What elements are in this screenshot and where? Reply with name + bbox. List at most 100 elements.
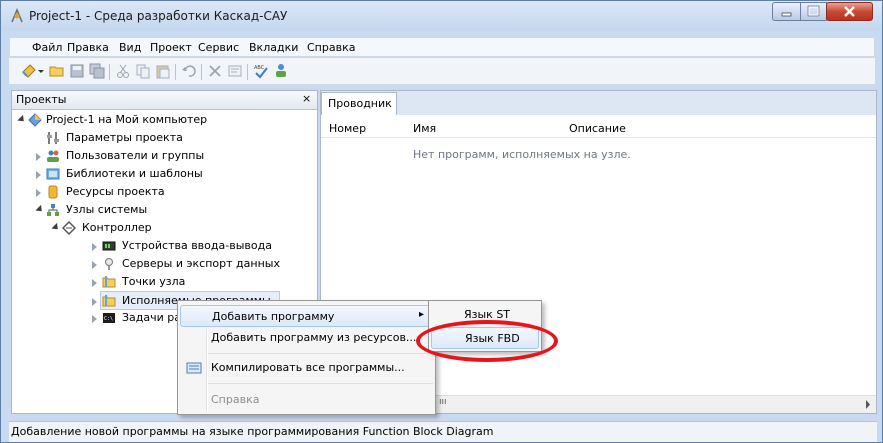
projects-panel-title: Проекты	[16, 93, 67, 106]
maximize-icon	[807, 5, 820, 17]
copy-icon[interactable]	[135, 63, 151, 79]
tree-collapse-icon[interactable]	[36, 153, 41, 161]
tree-item-servers[interactable]: Серверы и экспорт данных	[12, 255, 312, 273]
tree-expand-icon[interactable]	[17, 114, 27, 125]
status-bar: Добавление новой программы на языке прог…	[9, 421, 877, 442]
title-bar[interactable]: Project-1 - Среда разработки Каскад-САУ	[1, 1, 882, 31]
menu-edit[interactable]: Правка	[67, 41, 109, 54]
controller-icon	[62, 221, 76, 235]
scroll-right-icon[interactable]	[865, 400, 871, 409]
menu-item-help[interactable]: Справка	[180, 389, 433, 411]
menu-separator	[208, 383, 433, 384]
highlight-ellipse	[416, 320, 558, 362]
toolbar: ABC	[9, 58, 875, 85]
tree-item-users-groups[interactable]: Пользователи и группы	[12, 147, 312, 165]
menu-help[interactable]: Справка	[307, 41, 355, 54]
menu-item-add-program-from-resources[interactable]: Добавить программу из ресурсов...	[180, 327, 433, 349]
tree-item-system-nodes[interactable]: Узлы системы	[12, 201, 312, 219]
tree-item-label: Узлы системы	[66, 203, 148, 216]
tree-item-label: Библиотеки и шаблоны	[66, 167, 203, 180]
projects-panel-header: Проекты ×	[12, 91, 317, 110]
menu-item-add-program[interactable]: Добавить программу ▸	[180, 305, 433, 327]
tree-item-controller[interactable]: Контроллер	[12, 219, 312, 237]
scroll-thumb-grip[interactable]: ııı	[439, 397, 447, 407]
toolbar-separator	[247, 64, 248, 80]
column-header-divider	[321, 137, 876, 138]
tree-item-project-resources[interactable]: Ресурсы проекта	[12, 183, 312, 201]
menu-project[interactable]: Проект	[150, 41, 192, 54]
tab-explorer-label: Проводник	[328, 97, 392, 110]
tree-item-label: Параметры проекта	[66, 131, 183, 144]
menu-bar: Файл Правка Вид Проект Сервис Вкладки Сп…	[9, 37, 875, 57]
open-folder-icon[interactable]	[49, 63, 65, 79]
properties-icon[interactable]	[227, 63, 243, 79]
tree-item-label: Серверы и экспорт данных	[122, 257, 280, 270]
tree-item-tasks[interactable]: C:\ Задачи ра	[12, 309, 182, 327]
tree-item-node-points[interactable]: Точки узла	[12, 273, 312, 291]
tree-collapse-icon[interactable]	[92, 243, 97, 251]
tab-explorer[interactable]: Проводник	[321, 92, 397, 115]
menu-service[interactable]: Сервис	[198, 41, 239, 54]
cut-icon[interactable]	[115, 63, 131, 79]
app-window: Project-1 - Среда разработки Каскад-САУ …	[0, 0, 883, 443]
users-icon[interactable]	[273, 63, 289, 79]
tree-collapse-icon[interactable]	[92, 298, 97, 306]
menu-item-label: Добавить программу	[212, 310, 335, 323]
tree-collapse-icon[interactable]	[36, 171, 41, 179]
minimize-button[interactable]	[772, 2, 801, 21]
column-header-name[interactable]: Имя	[413, 122, 436, 135]
tree-expand-icon[interactable]	[51, 222, 61, 233]
spellcheck-icon[interactable]: ABC	[253, 63, 269, 79]
toolbar-separator	[109, 64, 110, 80]
status-text: Добавление новой программы на языке прог…	[11, 425, 494, 438]
window-title: Project-1 - Среда разработки Каскад-САУ	[29, 9, 288, 23]
projects-panel-close-button[interactable]: ×	[302, 92, 311, 105]
tree-expand-icon[interactable]	[35, 204, 45, 215]
tree-item-libraries[interactable]: Библиотеки и шаблоны	[12, 165, 312, 183]
tree-collapse-icon[interactable]	[36, 189, 41, 197]
maximize-button[interactable]	[800, 2, 827, 21]
paste-icon[interactable]	[155, 63, 171, 79]
empty-list-message: Нет программ, исполняемых на узле.	[413, 148, 631, 161]
tree-item-label: Точки узла	[122, 275, 186, 288]
dropdown-arrow-icon[interactable]	[37, 63, 45, 79]
save-all-icon[interactable]	[89, 63, 105, 79]
delete-icon[interactable]	[207, 63, 223, 79]
close-icon	[844, 6, 855, 17]
app-icon	[11, 8, 23, 23]
tree-item-project[interactable]: Project-1 на Мой компьютер	[12, 111, 312, 129]
tree-item-label: Контроллер	[82, 221, 152, 234]
tree-collapse-icon[interactable]	[92, 315, 97, 323]
tree-collapse-icon[interactable]	[92, 279, 97, 287]
tree-item-label: Пользователи и группы	[66, 149, 205, 162]
menu-view[interactable]: Вид	[119, 41, 141, 54]
console-icon: C:\	[103, 313, 115, 323]
parameters-icon	[47, 132, 59, 144]
tree-item-project-parameters[interactable]: Параметры проекта	[12, 129, 312, 147]
minimize-icon	[781, 12, 792, 17]
menu-file[interactable]: Файл	[32, 41, 62, 54]
tree-item-label: Устройства ввода-вывода	[122, 239, 272, 252]
column-header-number[interactable]: Номер	[329, 122, 366, 135]
menu-item-label: Добавить программу из ресурсов...	[211, 331, 417, 344]
column-header-description[interactable]: Описание	[569, 122, 626, 135]
undo-icon[interactable]	[181, 63, 197, 79]
horizontal-scrollbar[interactable]: ııı	[421, 395, 876, 413]
close-button[interactable]	[826, 2, 873, 21]
users-icon	[47, 150, 59, 162]
tree-item-label: Ресурсы проекта	[66, 185, 165, 198]
menu-tabs[interactable]: Вкладки	[249, 41, 298, 54]
io-devices-icon	[102, 241, 116, 251]
nodes-icon	[47, 204, 59, 216]
tree-item-io-devices[interactable]: Устройства ввода-вывода	[12, 237, 312, 255]
folder-icon	[102, 276, 116, 288]
menu-item-label: Компилировать все программы...	[211, 361, 405, 374]
toolbar-separator	[201, 64, 202, 80]
menu-item-compile-all[interactable]: Компилировать все программы...	[180, 357, 433, 379]
new-item-icon[interactable]	[21, 63, 37, 79]
resources-icon	[48, 185, 58, 199]
svg-text:ABC: ABC	[254, 65, 265, 71]
save-icon[interactable]	[69, 63, 85, 79]
tree-collapse-icon[interactable]	[92, 261, 97, 269]
folder-icon	[102, 295, 116, 307]
